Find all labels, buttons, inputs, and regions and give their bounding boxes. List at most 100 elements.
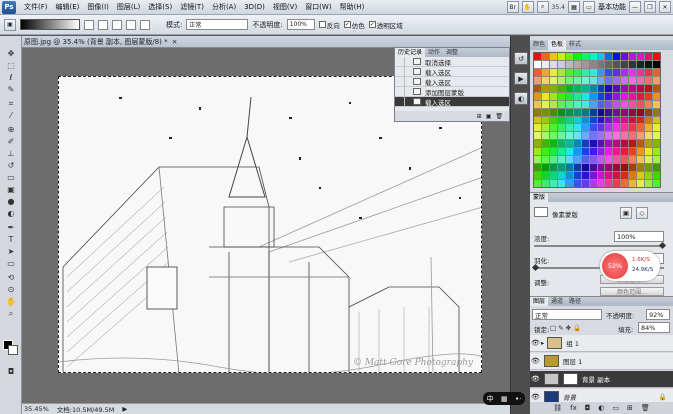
diamond-gradient-icon[interactable] — [140, 19, 150, 30]
color-swatch[interactable] — [629, 92, 637, 100]
color-swatch[interactable] — [613, 164, 621, 172]
zoom-level[interactable]: 35.4 — [552, 4, 565, 11]
angle-gradient-icon[interactable] — [112, 19, 122, 30]
arrange-icon[interactable]: ▦ — [568, 1, 580, 13]
swatch-grid[interactable] — [533, 52, 661, 188]
color-swatch[interactable] — [597, 116, 605, 124]
color-swatch[interactable] — [597, 124, 605, 132]
color-swatch[interactable] — [541, 132, 549, 140]
quick-mask-icon[interactable]: ◘ — [4, 366, 18, 377]
color-swatch[interactable] — [589, 124, 597, 132]
color-swatch[interactable] — [573, 108, 581, 116]
color-swatch[interactable] — [573, 60, 581, 68]
color-swatch[interactable] — [541, 92, 549, 100]
tab-layers[interactable]: 图层 — [530, 297, 549, 306]
color-swatch[interactable] — [613, 148, 621, 156]
color-swatch[interactable] — [565, 132, 573, 140]
color-swatch[interactable] — [534, 92, 541, 100]
history-item[interactable]: 添加图层蒙版 — [395, 86, 509, 97]
color-swatch[interactable] — [645, 100, 653, 108]
color-swatch[interactable] — [565, 156, 573, 164]
color-swatch[interactable] — [597, 156, 605, 164]
color-swatch[interactable] — [549, 76, 557, 84]
color-swatch[interactable] — [605, 108, 613, 116]
color-swatch[interactable] — [581, 60, 589, 68]
color-swatch[interactable] — [653, 84, 660, 92]
color-swatch[interactable] — [565, 84, 573, 92]
color-swatch[interactable] — [549, 124, 557, 132]
color-swatch[interactable] — [605, 180, 613, 187]
color-swatch[interactable] — [581, 84, 589, 92]
color-swatch[interactable] — [645, 60, 653, 68]
color-swatch[interactable] — [573, 100, 581, 108]
tab-styles[interactable]: 样式 — [566, 40, 584, 50]
color-swatch[interactable] — [613, 76, 621, 84]
color-swatch[interactable] — [557, 116, 565, 124]
color-swatch[interactable] — [573, 156, 581, 164]
color-swatch[interactable] — [534, 84, 541, 92]
marquee-tool-icon[interactable]: ⬚ — [4, 60, 18, 71]
color-swatch[interactable] — [541, 156, 549, 164]
color-swatch[interactable] — [549, 116, 557, 124]
color-swatch[interactable] — [565, 172, 573, 180]
color-swatch[interactable] — [605, 148, 613, 156]
history-item[interactable]: 载入选区 — [395, 66, 509, 77]
color-swatch[interactable] — [621, 132, 629, 140]
color-swatch[interactable] — [534, 76, 541, 84]
color-swatch[interactable] — [541, 60, 549, 68]
color-swatch[interactable] — [565, 92, 573, 100]
color-swatch[interactable] — [589, 53, 597, 60]
color-swatch[interactable] — [589, 172, 597, 180]
tab-masks[interactable]: 蒙版 — [530, 193, 549, 202]
layer-row-group[interactable]: 👁 ▸ 组 1 — [530, 335, 673, 352]
crop-tool-icon[interactable]: ⌗ — [4, 98, 18, 109]
color-swatch[interactable] — [645, 132, 653, 140]
bridge-icon[interactable]: Br — [506, 1, 519, 13]
color-swatch[interactable] — [645, 92, 653, 100]
color-swatch[interactable] — [653, 68, 660, 76]
layer-row[interactable]: 👁 图层 1 — [530, 353, 673, 370]
color-swatch[interactable] — [637, 132, 645, 140]
menu-layer[interactable]: 图层(L) — [113, 2, 144, 12]
color-swatch[interactable] — [613, 124, 621, 132]
color-swatch[interactable] — [597, 60, 605, 68]
color-swatch[interactable] — [557, 92, 565, 100]
menu-3d[interactable]: 3D(D) — [240, 3, 269, 11]
color-swatch[interactable] — [621, 140, 629, 148]
color-swatch[interactable] — [589, 164, 597, 172]
color-swatch[interactable] — [605, 60, 613, 68]
color-swatch[interactable] — [565, 164, 573, 172]
color-swatch[interactable] — [597, 100, 605, 108]
color-swatch[interactable] — [653, 60, 660, 68]
color-swatch[interactable] — [573, 124, 581, 132]
color-swatch[interactable] — [541, 84, 549, 92]
color-swatch[interactable] — [629, 156, 637, 164]
color-swatch[interactable] — [621, 68, 629, 76]
color-swatch[interactable] — [534, 116, 541, 124]
color-swatch[interactable] — [557, 132, 565, 140]
color-swatch[interactable] — [557, 84, 565, 92]
color-swatch[interactable] — [613, 100, 621, 108]
blend-mode-select[interactable]: 正常 — [532, 309, 602, 320]
color-swatch[interactable] — [549, 68, 557, 76]
color-swatch[interactable] — [534, 148, 541, 156]
color-swatch[interactable] — [549, 156, 557, 164]
color-swatch[interactable] — [629, 108, 637, 116]
color-swatch[interactable] — [541, 164, 549, 172]
history-item[interactable]: 取消选择 — [395, 56, 509, 67]
feather-slider-knob[interactable] — [531, 263, 540, 272]
menu-file[interactable]: 文件(F) — [20, 2, 52, 12]
tab-color[interactable]: 颜色 — [530, 40, 548, 50]
reflected-gradient-icon[interactable] — [126, 19, 136, 30]
document-close-icon[interactable]: × — [172, 38, 178, 46]
color-swatch[interactable] — [605, 132, 613, 140]
workspace-switcher[interactable]: 基本功能 — [598, 2, 626, 12]
fill-input[interactable]: 84% — [638, 322, 670, 333]
color-swatch[interactable] — [549, 53, 557, 60]
background-color-swatch[interactable] — [8, 345, 18, 355]
color-swatch[interactable] — [613, 156, 621, 164]
mode-select[interactable]: 正常 — [186, 19, 249, 30]
color-swatch[interactable] — [637, 68, 645, 76]
color-swatch[interactable] — [581, 148, 589, 156]
color-swatch[interactable] — [605, 92, 613, 100]
